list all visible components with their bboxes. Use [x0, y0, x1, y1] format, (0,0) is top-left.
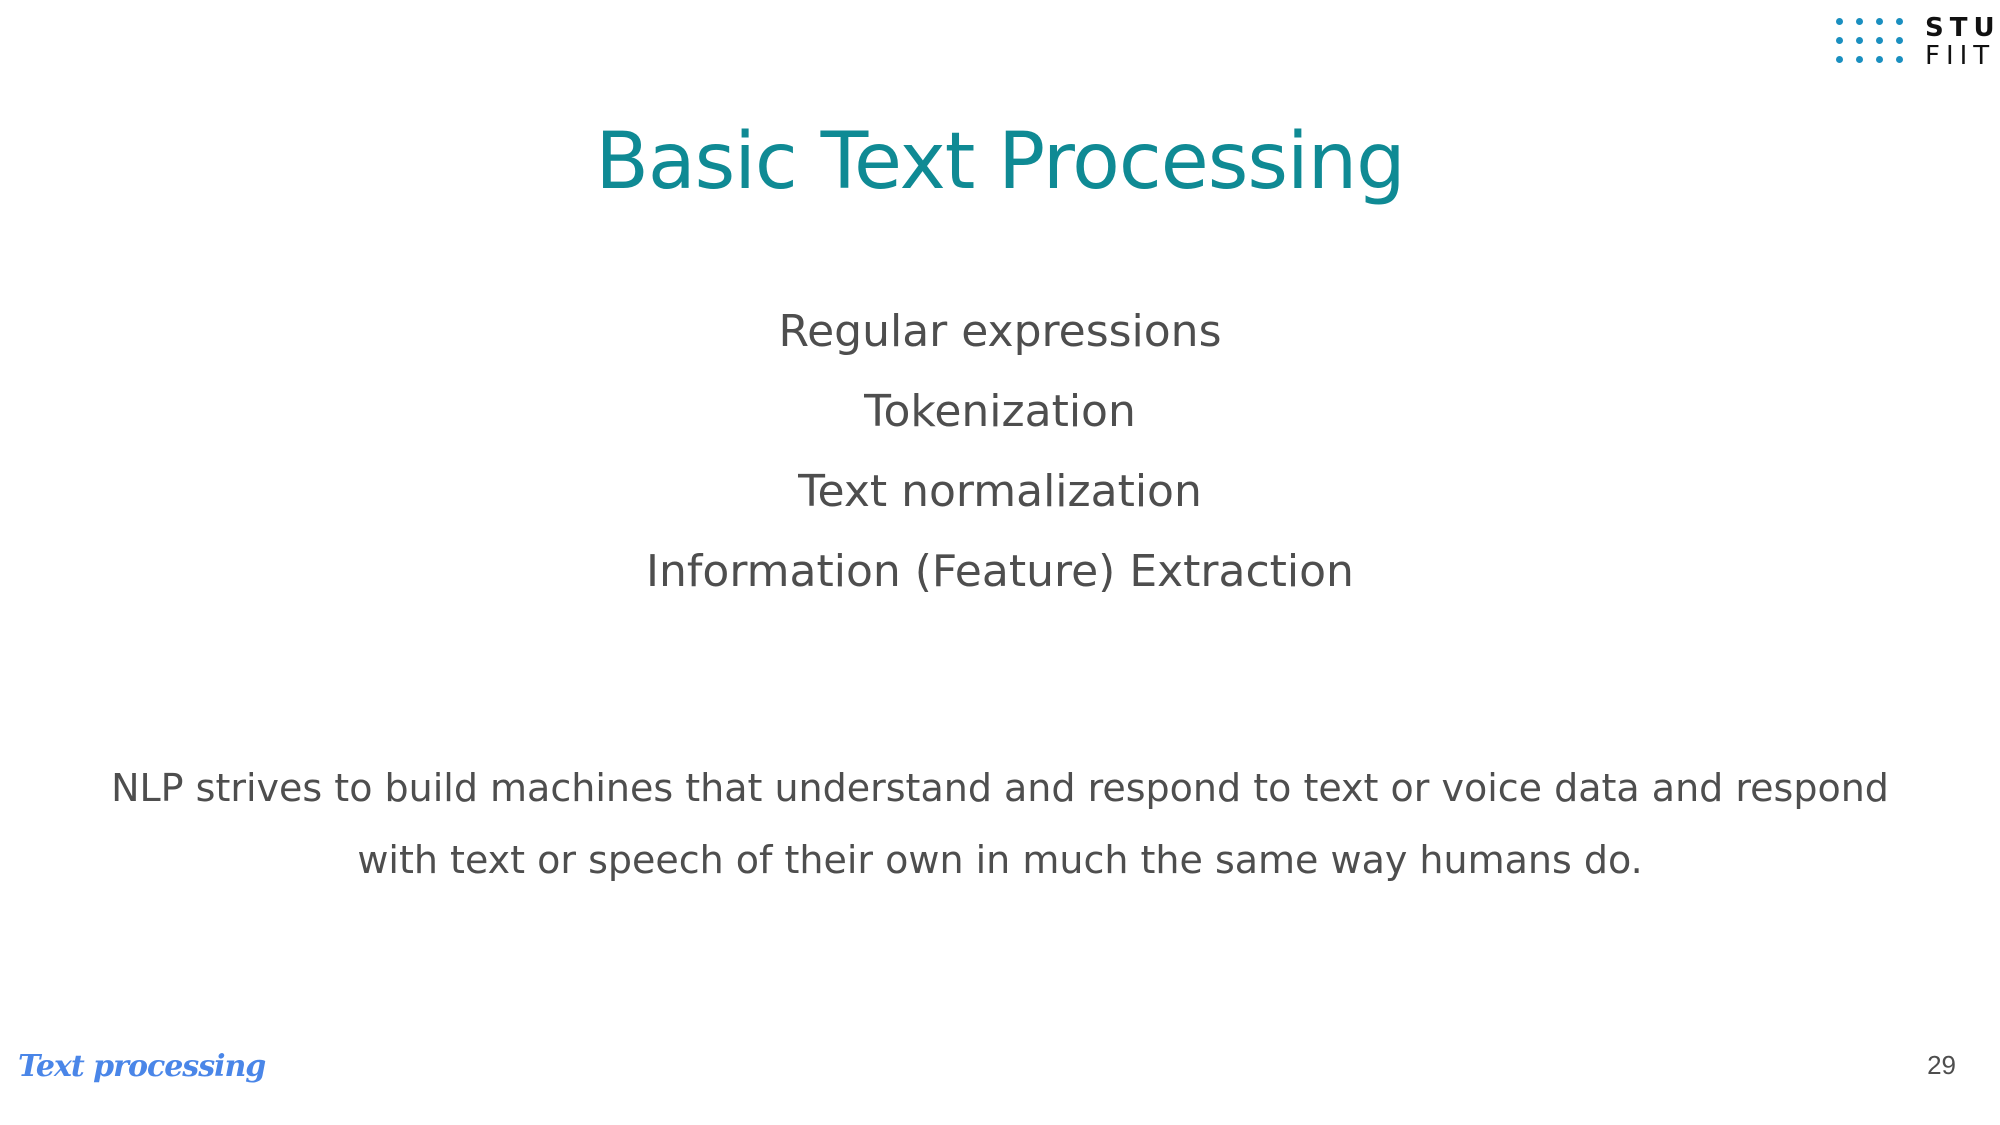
logo-dot-grid	[1836, 18, 1916, 75]
topic-item: Text normalization	[798, 466, 1202, 517]
page-number: 29	[1927, 1050, 1956, 1080]
topic-list: Regular expressions Tokenization Text no…	[0, 292, 2000, 612]
slide-title: Basic Text Processing	[595, 117, 1405, 207]
topic-item: Information (Feature) Extraction	[646, 546, 1354, 597]
logo-dot	[1896, 18, 1903, 25]
footer-course-label: Text processing	[18, 1049, 266, 1084]
logo-dot	[1856, 18, 1863, 25]
logo-dot	[1876, 37, 1883, 44]
topic-item: Tokenization	[864, 386, 1136, 437]
logo-dot	[1896, 56, 1903, 63]
description-paragraph: NLP strives to build machines that under…	[111, 766, 1889, 882]
logo-dot	[1836, 18, 1843, 25]
logo-text-stu: STU	[1925, 13, 2000, 43]
logo-text: STU FIIT	[1925, 14, 2000, 70]
logo-dot	[1856, 37, 1863, 44]
logo-text-fiit: FIIT	[1925, 41, 1996, 71]
logo-dot	[1896, 37, 1903, 44]
stu-fiit-logo: STU FIIT	[1836, 14, 1996, 78]
topic-item: Regular expressions	[778, 306, 1222, 357]
slide: STU FIIT Basic Text Processing Regular e…	[0, 0, 2000, 1125]
logo-dot	[1836, 56, 1843, 63]
logo-dot	[1836, 37, 1843, 44]
logo-dot	[1876, 56, 1883, 63]
logo-dot	[1856, 56, 1863, 63]
logo-dot	[1876, 18, 1883, 25]
